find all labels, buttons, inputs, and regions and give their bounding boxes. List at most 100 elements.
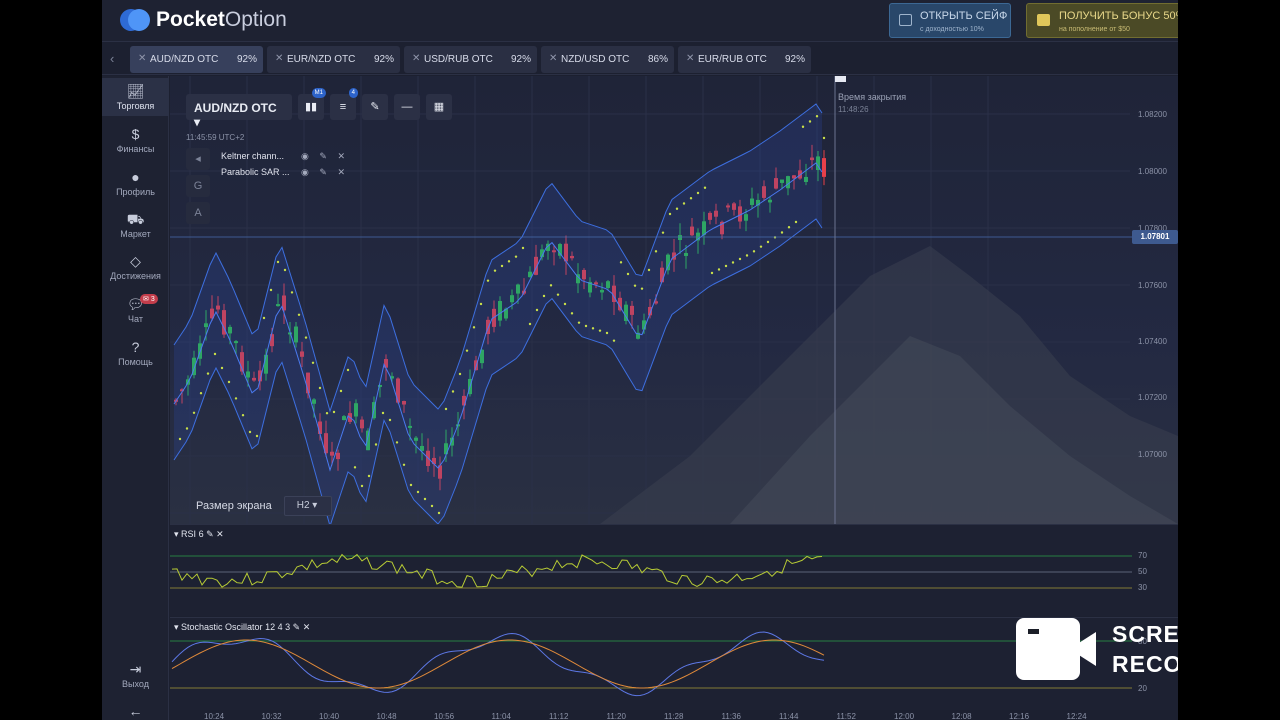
sar-dot	[402, 463, 406, 466]
sar-dot	[745, 254, 749, 257]
sar-dot	[668, 212, 672, 216]
sar-dot	[542, 294, 546, 298]
chat-badge: ✉ 3	[140, 294, 158, 304]
server-clock: 11:45:59 UTC+2	[186, 133, 245, 142]
caret-down-icon: ▾	[194, 115, 201, 129]
price-level: 1.07400	[1138, 337, 1167, 346]
close-icon[interactable]: ✕	[337, 167, 345, 177]
sar-dot	[822, 136, 826, 140]
close-icon[interactable]: ✕	[549, 53, 557, 64]
sidebar-item-help[interactable]: ? Помощь	[102, 334, 169, 372]
safe-title: ОТКРЫТЬ СЕЙФ	[920, 10, 1008, 22]
pencil-icon[interactable]: ✎	[293, 622, 301, 632]
candlestick-chart	[170, 76, 1178, 524]
tab-payout: 92%	[784, 54, 805, 65]
drawing-button[interactable]: ✎	[362, 94, 388, 120]
sidebar: 📈︎ Торговля $ Финансы ● Профиль ⛟ Маркет…	[102, 76, 169, 720]
tab-payout: 92%	[236, 54, 257, 65]
sar-dot	[199, 392, 203, 395]
logout-label: Выход	[122, 679, 149, 689]
logo[interactable]: PocketOption	[120, 8, 287, 32]
sar-dot	[724, 264, 728, 268]
tab-eur-nzd[interactable]: ✕ EUR/NZD OTC 92%	[267, 46, 400, 73]
open-safe-button[interactable]: ОТКРЫТЬ СЕЙФ с доходностью 10%	[889, 3, 1011, 38]
eye-icon[interactable]: ◉	[301, 167, 309, 177]
indicator-actions[interactable]: ◉ ✎ ✕	[301, 151, 345, 162]
close-icon[interactable]: ✕	[303, 622, 311, 632]
pencil-icon[interactable]: ✎	[206, 529, 214, 539]
bonus-title: ПОЛУЧИТЬ БОНУС 50%	[1059, 10, 1178, 22]
sidebar-item-chat[interactable]: 💬︎ Чат ✉ 3	[102, 291, 169, 329]
close-icon[interactable]: ✕	[216, 529, 224, 539]
sar-dot	[192, 411, 196, 414]
close-icon[interactable]: ✕	[686, 53, 694, 64]
sar-dot	[458, 372, 462, 376]
eye-icon[interactable]: ◉	[301, 151, 309, 161]
price-level: 1.07600	[1138, 281, 1167, 290]
sar-dot	[269, 288, 273, 292]
layout-button[interactable]: ▦	[426, 94, 452, 120]
close-icon[interactable]: ✕	[138, 53, 146, 64]
price-chart[interactable]: AUD/NZD OTC ▾ ▮▮ M1 ≡ 4 ✎ — ▦ 11:45:59 UTC…	[170, 76, 1178, 524]
sar-dot	[381, 411, 385, 415]
sar-dot	[241, 414, 245, 417]
close-icon[interactable]: ✕	[412, 53, 420, 64]
sidebar-item-finance[interactable]: $ Финансы	[102, 121, 169, 159]
close-icon[interactable]: ✕	[337, 151, 345, 161]
indicator-actions[interactable]: ◉ ✎ ✕	[301, 167, 345, 178]
indicator-parabolic-sar[interactable]: Parabolic SAR ... ◉ ✎ ✕	[221, 167, 345, 177]
pencil-icon[interactable]: ✎	[319, 167, 327, 177]
logo-icon	[120, 9, 150, 31]
pencil-icon[interactable]: ✎	[319, 151, 327, 161]
screen-size-control: Размер экрана H2 ▾	[196, 496, 332, 516]
sar-dot	[290, 291, 294, 294]
chevron-left-icon[interactable]: ‹	[110, 51, 114, 66]
sidebar-item-market[interactable]: ⛟ Маркет	[102, 206, 169, 244]
side-button-g[interactable]: G	[186, 175, 210, 197]
indicator-name: Parabolic SAR ...	[221, 167, 290, 177]
asset-selector[interactable]: AUD/NZD OTC ▾	[186, 94, 292, 129]
sar-dot	[234, 397, 238, 400]
sar-dot	[605, 331, 609, 335]
tab-usd-rub[interactable]: ✕ USD/RUB OTC 92%	[404, 46, 537, 73]
sidebar-item-profile[interactable]: ● Профиль	[102, 164, 169, 202]
sar-dot	[395, 441, 399, 444]
sar-dot	[738, 257, 742, 261]
tab-nzd-usd[interactable]: ✕ NZD/USD OTC 86%	[541, 46, 674, 73]
rsi-level: 50	[1138, 567, 1147, 576]
arrow-left-icon: ←	[128, 703, 143, 719]
caret-left-icon: ◂	[195, 153, 201, 165]
sar-dot	[682, 202, 686, 205]
sar-dot	[654, 250, 658, 253]
screen-size-value: H2	[296, 500, 310, 511]
tab-aud-nzd[interactable]: ✕ AUD/NZD OTC 92%	[130, 46, 263, 73]
tab-eur-rub[interactable]: ✕ EUR/RUB OTC 92%	[678, 46, 811, 73]
screen-size-select[interactable]: H2 ▾	[283, 496, 332, 516]
stochastic-d-line	[171, 639, 825, 689]
logout-button[interactable]: ⇥ Выход	[102, 656, 169, 694]
sar-dot	[185, 427, 189, 430]
collapse-button[interactable]: ←	[102, 698, 169, 720]
time-label: 11:20	[606, 712, 626, 720]
sidebar-item-achievements[interactable]: ◇ Достижения	[102, 248, 169, 286]
sar-dot	[178, 437, 182, 441]
line-tool-button[interactable]: —	[394, 94, 420, 120]
stochastic-title: ▾ Stochastic Oscillator 12 4 3 ✎ ✕	[174, 622, 311, 632]
get-bonus-button[interactable]: ПОЛУЧИТЬ БОНУС 50% на пополнение от $50	[1026, 3, 1178, 38]
tab-pair: USD/RUB OTC	[424, 54, 493, 65]
collapse-indicators-button[interactable]: ◂	[186, 148, 210, 170]
sar-dot	[675, 207, 679, 210]
screen-recorder-watermark: SCREEN RECORDER	[1016, 618, 1178, 680]
sar-dot	[500, 264, 504, 268]
time-label: 12:24	[1066, 712, 1087, 720]
close-icon[interactable]: ✕	[275, 53, 283, 64]
indicator-keltner[interactable]: Keltner chann... ◉ ✎ ✕	[221, 151, 345, 161]
indicators-button[interactable]: ≡ 4	[330, 88, 358, 120]
sidebar-item-trading[interactable]: 📈︎ Торговля	[102, 78, 169, 116]
chart-type-button[interactable]: ▮▮ M1	[298, 88, 326, 120]
sar-dot	[703, 186, 707, 189]
side-button-a[interactable]: A	[186, 202, 210, 224]
brush-icon: ✎	[370, 101, 380, 113]
dollar-icon: $	[131, 126, 140, 142]
rsi-title: ▾ RSI 6 ✎ ✕	[174, 529, 224, 539]
